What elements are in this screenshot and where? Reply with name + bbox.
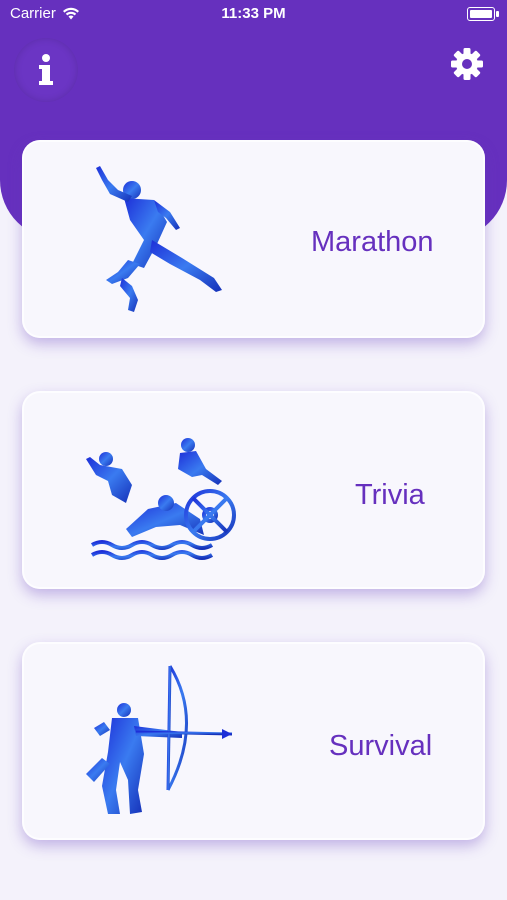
triathlon-illustration [86, 438, 236, 560]
status-bar: Carrier 11:33 PM [0, 0, 507, 28]
status-time: 11:33 PM [221, 5, 286, 22]
trivia-card[interactable]: Trivia [22, 391, 485, 589]
settings-button[interactable] [447, 44, 487, 84]
info-button[interactable] [14, 38, 78, 102]
archer-illustration [86, 665, 233, 814]
trivia-label: Trivia [355, 479, 425, 511]
survival-card[interactable]: Survival [22, 642, 485, 840]
info-icon [39, 54, 53, 85]
gear-icon [451, 48, 483, 80]
marathon-card[interactable]: Marathon [22, 140, 485, 338]
marathon-label: Marathon [311, 226, 434, 258]
runner-illustration [96, 166, 222, 312]
survival-label: Survival [329, 730, 433, 762]
battery-icon [467, 7, 499, 21]
